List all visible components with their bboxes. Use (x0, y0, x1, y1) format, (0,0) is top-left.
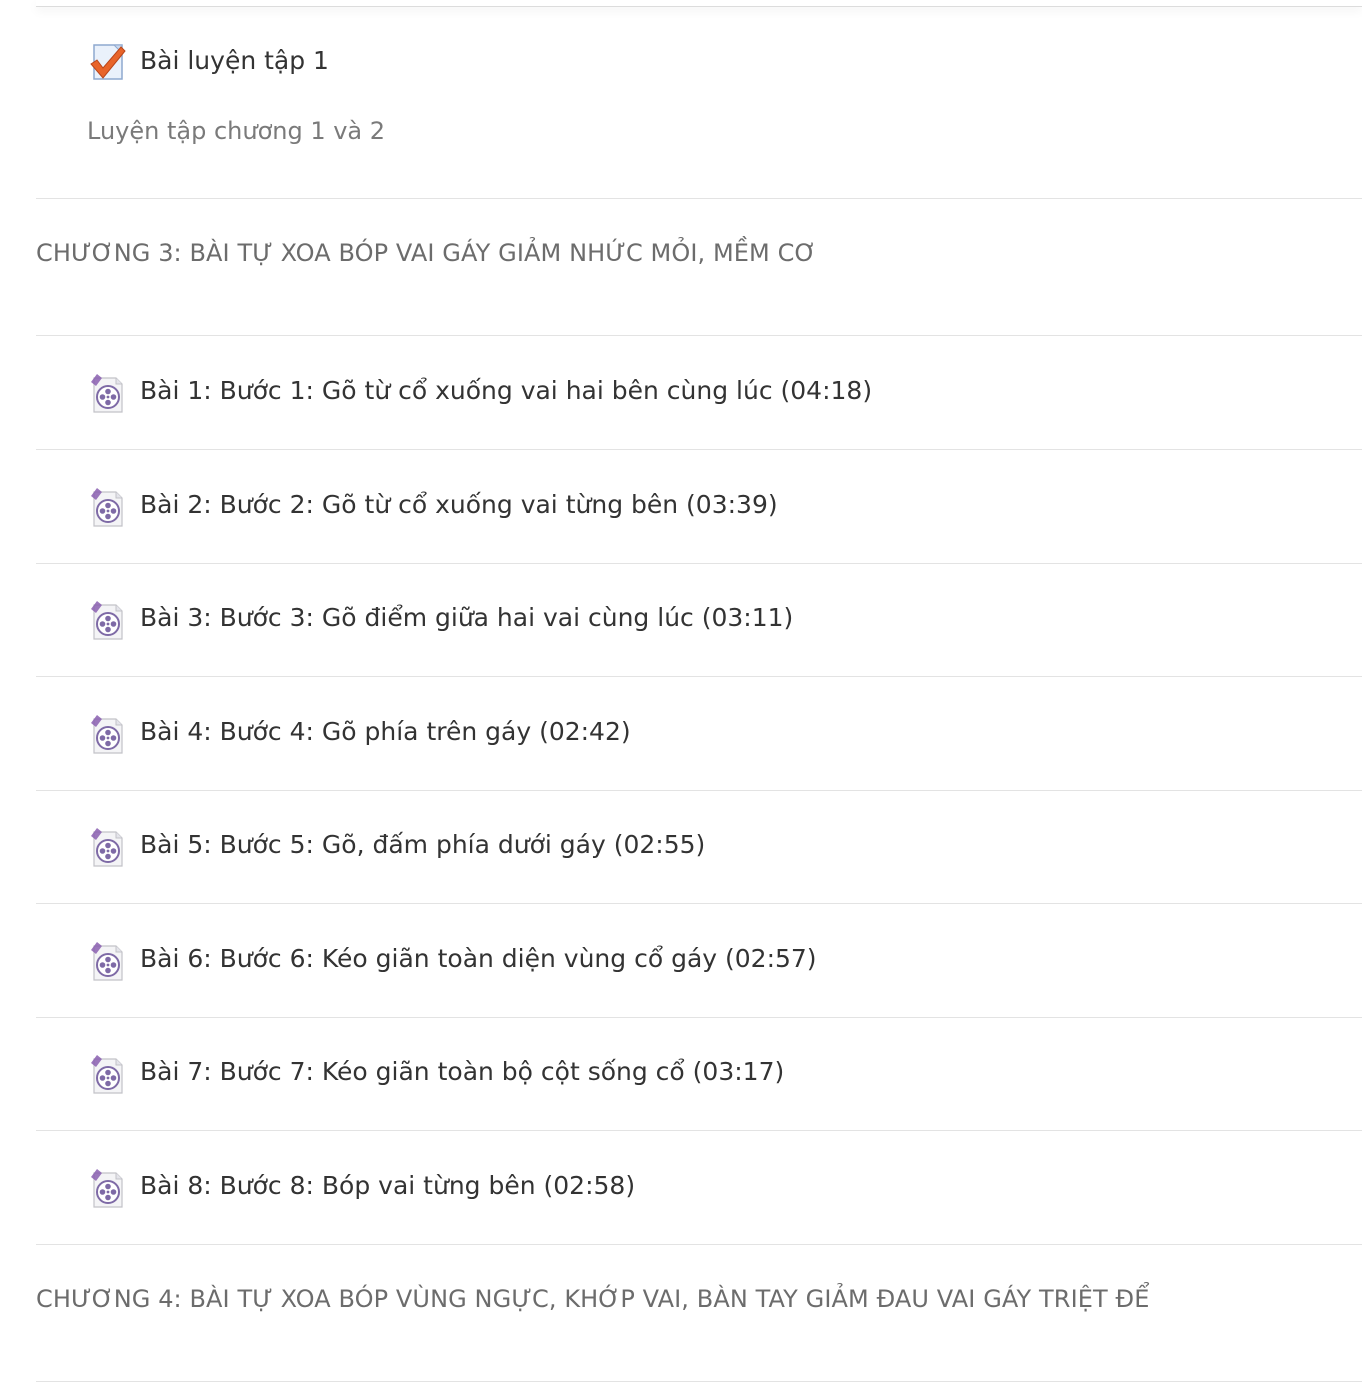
chapter-title: CHƯƠNG 4: BÀI TỰ XOA BÓP VÙNG NGỰC, KHỚP… (36, 1285, 1150, 1313)
lesson-item[interactable]: Bài 8: Bước 8: Bóp vai từng bên (02:58) (36, 1131, 1362, 1245)
lesson-label[interactable]: Bài 3: Bước 3: Gõ điểm giữa hai vai cùng… (140, 601, 793, 635)
lesson-item[interactable]: Bài 4: Bước 4: Gõ phía trên gáy (02:42) (36, 677, 1362, 791)
lesson-label[interactable]: Bài 7: Bước 7: Kéo giãn toàn bộ cột sống… (140, 1055, 784, 1089)
video-film-reel-icon (88, 373, 128, 415)
lesson-item[interactable]: Bài 6: Bước 6: Kéo giãn toàn diện vùng c… (36, 904, 1362, 1018)
lesson-item[interactable]: Bài 7: Bước 7: Kéo giãn toàn bộ cột sống… (36, 1017, 1362, 1131)
video-film-reel-icon (88, 600, 128, 642)
quiz-title[interactable]: Bài luyện tập 1 (140, 44, 329, 78)
video-film-reel-icon (88, 1168, 128, 1210)
video-film-reel-icon (88, 827, 128, 869)
quiz-checkmark-icon (88, 42, 128, 84)
chapter-title: CHƯƠNG 3: BÀI TỰ XOA BÓP VAI GÁY GIẢM NH… (36, 239, 817, 267)
video-film-reel-icon (88, 487, 128, 529)
course-content-page: Bài luyện tập 1 Luyện tập chương 1 và 2 … (0, 0, 1362, 1382)
video-film-reel-icon (88, 941, 128, 983)
lesson-label[interactable]: Bài 1: Bước 1: Gõ từ cổ xuống vai hai bê… (140, 374, 872, 408)
lesson-item[interactable]: Bài 1: Bước 1: Gõ từ cổ xuống vai hai bê… (36, 336, 1362, 450)
quiz-item[interactable]: Bài luyện tập 1 Luyện tập chương 1 và 2 (36, 6, 1362, 199)
chapter-4-header: CHƯƠNG 4: BÀI TỰ XOA BÓP VÙNG NGỰC, KHỚP… (36, 1245, 1362, 1382)
lesson-label[interactable]: Bài 5: Bước 5: Gõ, đấm phía dưới gáy (02… (140, 828, 705, 862)
lesson-item[interactable]: Bài 2: Bước 2: Gõ từ cổ xuống vai từng b… (36, 450, 1362, 564)
lesson-label[interactable]: Bài 4: Bước 4: Gõ phía trên gáy (02:42) (140, 715, 631, 749)
video-film-reel-icon (88, 714, 128, 756)
quiz-description: Luyện tập chương 1 và 2 (87, 117, 386, 145)
lesson-label[interactable]: Bài 2: Bước 2: Gõ từ cổ xuống vai từng b… (140, 488, 778, 522)
lesson-label[interactable]: Bài 6: Bước 6: Kéo giãn toàn diện vùng c… (140, 942, 817, 976)
lesson-label[interactable]: Bài 8: Bước 8: Bóp vai từng bên (02:58) (140, 1169, 635, 1203)
lesson-item[interactable]: Bài 3: Bước 3: Gõ điểm giữa hai vai cùng… (36, 563, 1362, 677)
video-film-reel-icon (88, 1054, 128, 1096)
lesson-item[interactable]: Bài 5: Bước 5: Gõ, đấm phía dưới gáy (02… (36, 790, 1362, 904)
chapter-3-header: CHƯƠNG 3: BÀI TỰ XOA BÓP VAI GÁY GIẢM NH… (36, 198, 1362, 336)
